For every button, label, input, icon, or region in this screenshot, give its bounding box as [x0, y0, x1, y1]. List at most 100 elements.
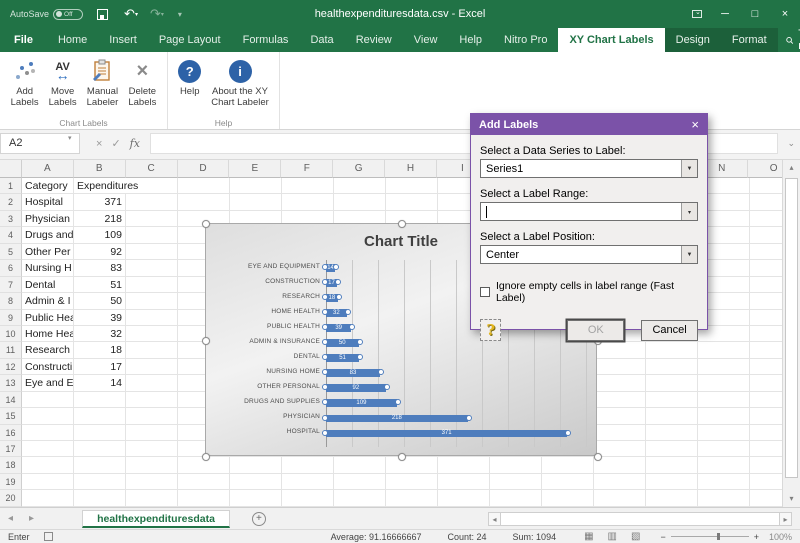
cell-D20[interactable]: [178, 490, 230, 506]
cell-B15[interactable]: [74, 408, 126, 424]
cell-B20[interactable]: [74, 490, 126, 506]
cell-A10[interactable]: Home Hea: [22, 326, 74, 342]
scroll-up-icon[interactable]: ▴: [783, 160, 800, 176]
row-header-5[interactable]: 5: [0, 244, 22, 260]
zoom-level[interactable]: 100%: [769, 532, 800, 542]
sheet-tab-active[interactable]: healthexpendituresdata: [82, 510, 230, 528]
cell-L18[interactable]: [594, 457, 646, 473]
cell-B13[interactable]: 14: [74, 375, 126, 391]
cell-A17[interactable]: [22, 441, 74, 457]
about-xy-chart-labeler-button[interactable]: i About the XYChart Labeler: [207, 55, 273, 108]
cell-L20[interactable]: [594, 490, 646, 506]
cell-D2[interactable]: [178, 194, 230, 210]
cancel-entry-icon[interactable]: ×: [96, 138, 102, 150]
cell-C2[interactable]: [126, 194, 178, 210]
cell-C3[interactable]: [126, 211, 178, 227]
cell-L11[interactable]: [594, 342, 646, 358]
chart-bar[interactable]: 83: [326, 369, 380, 377]
cell-E2[interactable]: [230, 194, 282, 210]
cell-A6[interactable]: Nursing H: [22, 260, 74, 276]
cell-F2[interactable]: [282, 194, 334, 210]
chart-bar[interactable]: 17: [326, 279, 337, 287]
cell-F1[interactable]: [282, 178, 334, 194]
cell-C18[interactable]: [126, 457, 178, 473]
cell-C12[interactable]: [126, 359, 178, 375]
cell-G18[interactable]: [334, 457, 386, 473]
cell-F19[interactable]: [282, 474, 334, 490]
tab-data[interactable]: Data: [299, 28, 344, 52]
minimize-button[interactable]: ─: [710, 0, 740, 28]
cell-H20[interactable]: [386, 490, 438, 506]
horizontal-scrollbar[interactable]: ◂ ▸: [488, 512, 792, 526]
chart-bar[interactable]: 50: [326, 339, 359, 347]
cell-F18[interactable]: [282, 457, 334, 473]
chart-bar[interactable]: 18: [326, 294, 338, 302]
cell-B8[interactable]: 50: [74, 293, 126, 309]
row-header-10[interactable]: 10: [0, 326, 22, 342]
cell-C9[interactable]: [126, 310, 178, 326]
cell-M13[interactable]: [646, 375, 698, 391]
undo-dropdown-icon[interactable]: ▾: [135, 12, 138, 18]
tab-file[interactable]: File: [0, 28, 47, 52]
cell-B12[interactable]: 17: [74, 359, 126, 375]
cell-M18[interactable]: [646, 457, 698, 473]
cell-L14[interactable]: [594, 392, 646, 408]
formula-bar-expand-icon[interactable]: ⌄: [787, 138, 795, 149]
cell-L12[interactable]: [594, 359, 646, 375]
cell-B11[interactable]: 18: [74, 342, 126, 358]
row-header-16[interactable]: 16: [0, 425, 22, 441]
cell-K19[interactable]: [542, 474, 594, 490]
tab-home[interactable]: Home: [47, 28, 98, 52]
cell-C10[interactable]: [126, 326, 178, 342]
cell-C16[interactable]: [126, 425, 178, 441]
ignore-empty-cells-checkbox[interactable]: [480, 287, 490, 297]
cell-A4[interactable]: Drugs and: [22, 227, 74, 243]
row-header-6[interactable]: 6: [0, 260, 22, 276]
tab-xy-chart-labels[interactable]: XY Chart Labels: [558, 28, 664, 52]
chart-bar[interactable]: 218: [326, 415, 468, 423]
cell-G1[interactable]: [334, 178, 386, 194]
column-header-B[interactable]: B: [74, 160, 126, 178]
cell-B7[interactable]: 51: [74, 277, 126, 293]
series-dropdown-arrow-icon[interactable]: ▼: [681, 160, 697, 177]
cell-K18[interactable]: [542, 457, 594, 473]
row-header-14[interactable]: 14: [0, 392, 22, 408]
cell-C5[interactable]: [126, 244, 178, 260]
undo-button[interactable]: ↶▾: [124, 6, 138, 22]
chart-bar[interactable]: 109: [326, 399, 397, 407]
cell-B1[interactable]: Expenditures: [74, 178, 178, 194]
column-header-E[interactable]: E: [229, 160, 281, 178]
cell-M14[interactable]: [646, 392, 698, 408]
dialog-title-bar[interactable]: Add Labels ×: [471, 114, 707, 135]
chart-bar[interactable]: 92: [326, 384, 386, 392]
chart-selection-handle[interactable]: [398, 220, 406, 228]
tab-formulas[interactable]: Formulas: [232, 28, 300, 52]
column-header-H[interactable]: H: [385, 160, 437, 178]
cell-J19[interactable]: [490, 474, 542, 490]
cell-L15[interactable]: [594, 408, 646, 424]
cell-B19[interactable]: [74, 474, 126, 490]
row-header-15[interactable]: 15: [0, 408, 22, 424]
cell-N13[interactable]: [698, 375, 750, 391]
manual-labeler-button[interactable]: ManualLabeler: [83, 55, 123, 108]
cell-D1[interactable]: [178, 178, 230, 194]
cell-C7[interactable]: [126, 277, 178, 293]
new-sheet-icon[interactable]: +: [252, 512, 266, 526]
cell-A20[interactable]: [22, 490, 74, 506]
zoom-in-icon[interactable]: +: [754, 532, 759, 542]
cell-H18[interactable]: [386, 457, 438, 473]
cell-A14[interactable]: [22, 392, 74, 408]
cell-E19[interactable]: [230, 474, 282, 490]
dialog-help-button[interactable]: ?: [480, 319, 501, 341]
cell-N15[interactable]: [698, 408, 750, 424]
chart-bar[interactable]: 32: [326, 309, 347, 317]
tab-insert[interactable]: Insert: [98, 28, 148, 52]
cell-K20[interactable]: [542, 490, 594, 506]
cell-C11[interactable]: [126, 342, 178, 358]
cell-C8[interactable]: [126, 293, 178, 309]
cell-E1[interactable]: [230, 178, 282, 194]
chart-bar[interactable]: 371: [326, 430, 567, 438]
cell-N11[interactable]: [698, 342, 750, 358]
cell-M16[interactable]: [646, 425, 698, 441]
row-header-11[interactable]: 11: [0, 342, 22, 358]
